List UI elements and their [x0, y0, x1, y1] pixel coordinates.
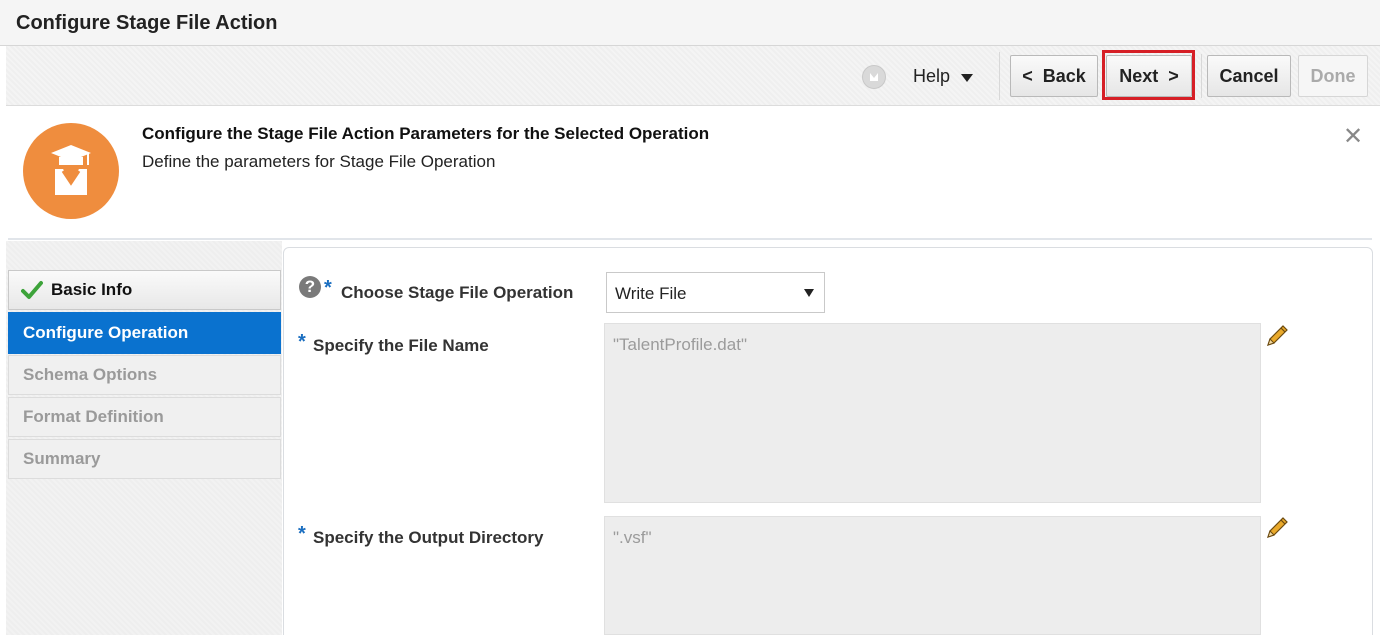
cancel-button[interactable]: Cancel [1207, 55, 1291, 97]
help-menu-label[interactable]: Help [913, 66, 950, 87]
done-button[interactable]: Done [1298, 55, 1368, 97]
close-icon[interactable]: ✕ [1343, 122, 1363, 151]
toolbar-divider [999, 52, 1000, 100]
chevron-down-icon[interactable] [961, 74, 973, 82]
required-marker: * [298, 331, 306, 353]
toolbar-divider [1201, 54, 1202, 98]
output-dir-value: ".vsf" [613, 528, 652, 547]
help-globe-icon[interactable] [862, 65, 886, 89]
graduate-icon [23, 123, 119, 219]
info-subtitle: Define the parameters for Stage File Ope… [142, 152, 496, 171]
file-name-field[interactable]: "TalentProfile.dat" [604, 323, 1261, 503]
nav-item-summary[interactable]: Summary [8, 439, 281, 479]
nav-item-schema-options[interactable]: Schema Options [8, 355, 281, 395]
nav-item-label: Configure Operation [23, 323, 189, 342]
next-button[interactable]: Next > [1106, 55, 1192, 97]
question-icon[interactable]: ? [299, 276, 321, 298]
nav-item-format-definition[interactable]: Format Definition [8, 397, 281, 437]
nav-item-label: Format Definition [23, 407, 164, 426]
required-marker: * [298, 523, 306, 545]
nav-item-label: Schema Options [23, 365, 158, 384]
pencil-icon[interactable] [1264, 515, 1290, 541]
info-header: Configure the Stage File Action Paramete… [8, 108, 1372, 240]
dialog-titlebar: Configure Stage File Action [0, 0, 1380, 46]
toolbar: Help < Back Next > Cancel Done [6, 46, 1380, 106]
operation-select-value: Write File [615, 284, 687, 303]
nav-item-basic-info[interactable]: Basic Info [8, 270, 281, 310]
required-marker: * [324, 277, 332, 299]
operation-label: Choose Stage File Operation [341, 283, 574, 302]
nav-item-label: Basic Info [51, 280, 133, 299]
checkmark-icon [21, 281, 43, 299]
info-title: Configure the Stage File Action Paramete… [142, 124, 710, 143]
output-dir-field[interactable]: ".vsf" [604, 516, 1261, 635]
dialog-title: Configure Stage File Action [16, 12, 278, 34]
caret-down-icon [804, 289, 814, 297]
operation-select[interactable]: Write File [606, 272, 825, 313]
file-name-value: "TalentProfile.dat" [613, 335, 747, 354]
output-dir-label: Specify the Output Directory [313, 528, 544, 547]
back-button[interactable]: < Back [1010, 55, 1098, 97]
nav-item-label: Summary [23, 449, 101, 468]
pencil-icon[interactable] [1264, 323, 1290, 349]
file-name-label: Specify the File Name [313, 336, 489, 355]
nav-item-configure-operation[interactable]: Configure Operation [8, 312, 281, 354]
